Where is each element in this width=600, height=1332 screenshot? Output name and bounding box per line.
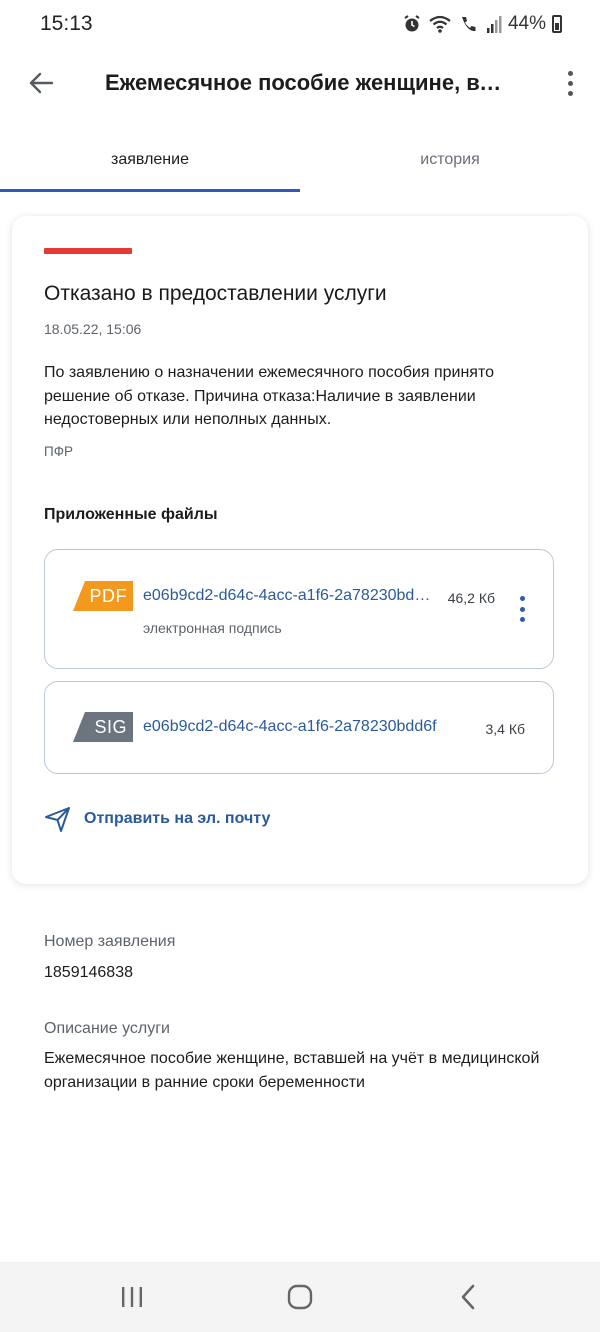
- status-date: 18.05.22, 15:06: [44, 321, 142, 337]
- app-header: Ежемесячное пособие женщине, вставшей на…: [0, 50, 600, 116]
- file-item-pdf[interactable]: PDF e06b9cd2-d64c-4acc-a1f6-2a78230bdd6f…: [44, 549, 554, 669]
- application-number-label: Номер заявления: [44, 933, 176, 950]
- tab-indicator: [0, 189, 300, 192]
- send-email-button[interactable]: Отправить на эл. почту: [44, 804, 270, 834]
- status-source: ПФР: [44, 444, 73, 459]
- file-item-sig[interactable]: SIG e06b9cd2-d64c-4acc-a1f6-2a78230bdd6f…: [44, 681, 554, 774]
- more-vertical-icon: [519, 596, 525, 601]
- call-icon: [461, 17, 476, 32]
- more-vertical-icon-dot: [567, 80, 573, 86]
- files-heading: Приложенные файлы: [44, 506, 218, 523]
- alarm-icon: [404, 15, 420, 32]
- pdf-file-icon: PDF: [73, 581, 133, 611]
- service-description-label: Описание услуги: [44, 1020, 170, 1037]
- wifi-icon: [429, 15, 451, 33]
- send-icon: [45, 807, 70, 832]
- status-title: Отказано в предоставлении услуги: [44, 282, 387, 305]
- more-vertical-icon: [567, 70, 573, 76]
- file-menu-button[interactable]: [517, 596, 527, 622]
- more-vertical-icon-dot: [519, 606, 525, 612]
- tab-history[interactable]: история: [300, 130, 600, 190]
- more-vertical-icon-dot: [567, 90, 573, 96]
- more-menu-button[interactable]: [560, 66, 580, 100]
- back-button[interactable]: [24, 66, 58, 100]
- signal-icon: [486, 16, 502, 33]
- tab-application[interactable]: заявление: [0, 130, 300, 190]
- status-bar: 15:13 44%: [0, 0, 600, 50]
- more-vertical-icon-dot: [519, 617, 525, 622]
- status-card: Отказано в предоставлении услуги 18.05.2…: [12, 216, 588, 884]
- file-size: 3,4 Кб: [485, 721, 525, 737]
- battery-percent: 44%: [507, 13, 546, 34]
- file-name[interactable]: e06b9cd2-d64c-4acc-a1f6-2a78230bdd6f: [143, 718, 463, 736]
- system-back-button[interactable]: [448, 1280, 488, 1314]
- status-message: По заявлению о назначении ежемесячного п…: [44, 364, 495, 428]
- file-subtitle: электронная подпись: [143, 620, 282, 636]
- status-icons: 44%: [402, 13, 562, 35]
- service-description-value: Ежемесячное пособие женщине, вставшей на…: [44, 1050, 540, 1091]
- chevron-left-icon: [461, 1284, 475, 1310]
- arrow-left-icon: [29, 72, 54, 94]
- home-icon: [287, 1284, 313, 1310]
- file-name[interactable]: e06b9cd2-d64c-4acc-a1f6-2a78230bdd6f: [143, 587, 435, 605]
- status-stripe: [44, 248, 132, 254]
- sig-file-icon: SIG: [73, 712, 133, 742]
- home-button[interactable]: [280, 1280, 320, 1314]
- send-email-label: Отправить на эл. почту: [84, 810, 271, 827]
- system-nav-bar: [0, 1262, 600, 1332]
- page-title: Ежемесячное пособие женщине, вставшей на…: [105, 70, 505, 95]
- application-number-value: 1859146838: [44, 964, 133, 981]
- tab-bar: заявление история: [0, 130, 600, 192]
- file-size: 46,2 Кб: [447, 590, 495, 606]
- status-time: 15:13: [40, 12, 93, 35]
- recent-apps-icon: [122, 1287, 142, 1307]
- recent-apps-button[interactable]: [112, 1280, 152, 1314]
- battery-icon: [552, 15, 562, 33]
